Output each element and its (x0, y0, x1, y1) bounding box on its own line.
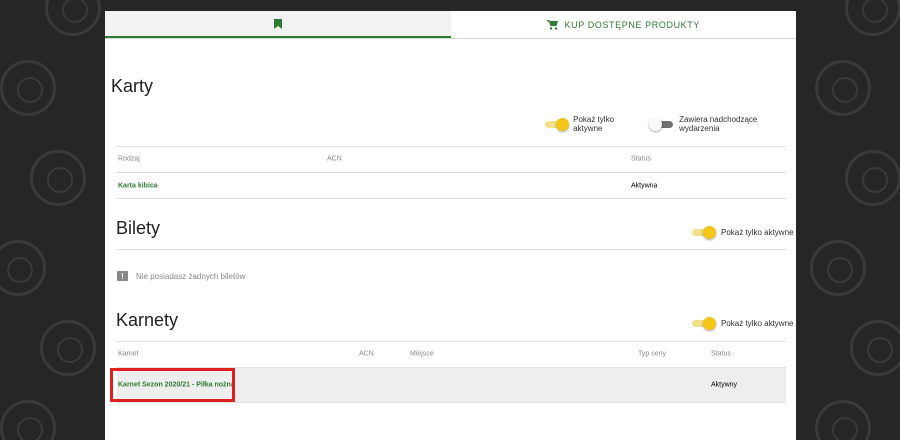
tab-buy-products[interactable]: KUP DOSTĘPNE PRODUKTY (451, 11, 797, 38)
empty-tickets-message: ! Nie posiadasz żadnych biletów (117, 271, 245, 281)
karty-table: Rodzaj ACN Status Karta kibica Aktywna (117, 146, 786, 199)
toggle-active-only-karty[interactable] (543, 118, 569, 131)
toggle-active-only-label: Pokaż tylko aktywne (721, 318, 794, 328)
bilety-toggles: Pokaż tylko aktywne (690, 226, 794, 239)
status-cell: Aktywny (711, 381, 738, 389)
column-header: ACN (359, 350, 374, 358)
toggle-active-only-karnety[interactable] (690, 317, 716, 330)
column-header: Status (711, 350, 731, 358)
tab-my-products[interactable] (105, 11, 451, 38)
toggle-active-only-bilety[interactable] (690, 226, 716, 239)
column-header: ACN (327, 155, 342, 163)
feedback-icon: ! (117, 271, 128, 281)
karty-toggles: Pokaż tylko aktywne Zawiera nadchodzące … (543, 115, 796, 133)
column-header: Rodzaj (118, 155, 140, 163)
toggle-active-only-label: Pokaż tylko aktywne (721, 227, 794, 237)
cart-icon (546, 19, 558, 30)
section-title-bilety: Bilety (116, 218, 161, 238)
table-row: Karnet Sezon 2020/21 - Piłka nożna Aktyw… (117, 368, 786, 403)
column-header: Status (631, 155, 651, 163)
section-title-karnety: Karnety (116, 310, 179, 330)
section-divider (117, 249, 786, 250)
main-panel: KUP DOSTĘPNE PRODUKTY Karty Pokaż tylko … (105, 0, 796, 440)
karnety-toggles: Pokaż tylko aktywne (690, 317, 794, 330)
tab-buy-products-label: KUP DOSTĘPNE PRODUKTY (564, 19, 700, 30)
section-title-karty: Karty (111, 76, 154, 96)
top-bar (105, 0, 796, 11)
table-header: Rodzaj ACN Status (117, 146, 786, 173)
empty-tickets-text: Nie posiadasz żadnych biletów (136, 271, 246, 281)
karnet-link[interactable]: Karnet Sezon 2020/21 - Piłka nożna (118, 382, 235, 389)
column-header: Karnet (118, 350, 139, 358)
toggle-active-only-label: Pokaż tylko aktywne (573, 115, 615, 133)
karnety-table: Karnet ACN Miejsce Typ ceny Status Karne… (117, 341, 786, 403)
table-header: Karnet ACN Miejsce Typ ceny Status (117, 341, 786, 368)
status-cell: Aktywna (631, 182, 658, 189)
karta-kibica-link[interactable]: Karta kibica (118, 182, 158, 189)
table-row: Karta kibica Aktywna (117, 173, 786, 199)
tab-bar: KUP DOSTĘPNE PRODUKTY (105, 11, 796, 39)
column-header: Typ ceny (638, 350, 667, 358)
toggle-upcoming-events-label: Zawiera nadchodzące wydarzenia (679, 115, 758, 133)
column-header: Miejsce (410, 350, 434, 358)
toggle-upcoming-events[interactable] (648, 118, 674, 131)
bookmark-icon (273, 18, 282, 29)
